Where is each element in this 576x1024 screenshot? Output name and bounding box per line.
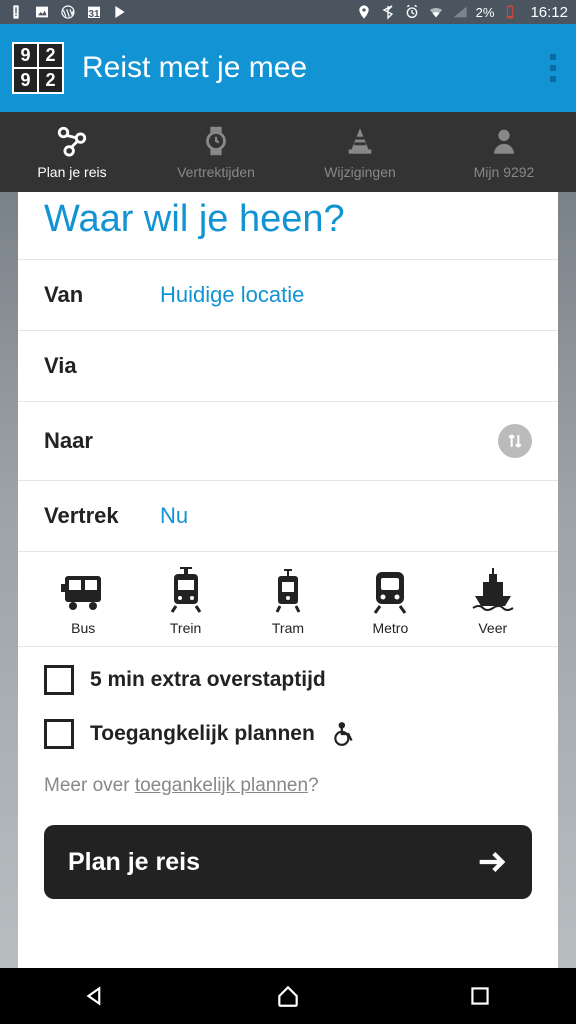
depart-label: Vertrek (44, 503, 160, 529)
tab-plan-je-reis[interactable]: Plan je reis (0, 112, 144, 192)
wordpress-icon (60, 4, 76, 20)
to-field[interactable]: Naar (18, 401, 558, 480)
swap-icon (505, 431, 525, 451)
transport-veer[interactable]: Veer (469, 566, 517, 636)
wheelchair-icon (331, 721, 357, 747)
home-icon[interactable] (275, 983, 301, 1009)
train-icon (162, 566, 210, 614)
accessible-option[interactable]: Toegangkelijk plannen (18, 713, 558, 767)
tab-bar: Plan je reis Vertrektijden Wijzigingen M… (0, 112, 576, 192)
play-store-icon (112, 4, 128, 20)
tab-wijzigingen[interactable]: Wijzigingen (288, 112, 432, 192)
calendar-icon: 31 (86, 4, 102, 20)
transport-metro[interactable]: Metro (366, 566, 414, 636)
tab-vertrektijden[interactable]: Vertrektijden (144, 112, 288, 192)
arrow-right-icon (474, 845, 508, 879)
wifi-icon (428, 4, 444, 20)
ferry-icon (469, 566, 517, 614)
android-status-bar: 31 2% 16:12 (0, 0, 576, 24)
more-menu-icon[interactable] (550, 54, 564, 82)
transport-modes: Bus Trein Tram Metro Veer (18, 551, 558, 646)
android-nav-bar (0, 968, 576, 1024)
app-bar: 9292 Reist met je mee (0, 24, 576, 112)
transport-bus[interactable]: Bus (59, 566, 107, 636)
app-title: Reist met je mee (82, 51, 307, 85)
back-icon[interactable] (83, 983, 109, 1009)
tram-icon (264, 566, 312, 614)
from-field[interactable]: Van Huidige locatie (18, 259, 558, 330)
page-heading: Waar wil je heen? (18, 192, 558, 259)
plan-button[interactable]: Plan je reis (44, 825, 532, 899)
signal-icon (452, 4, 468, 20)
metro-icon (366, 566, 414, 614)
bus-icon (59, 566, 107, 614)
plan-form: Waar wil je heen? Van Huidige locatie Vi… (18, 192, 558, 968)
warning-icon (8, 4, 24, 20)
accessible-more-info[interactable]: Meer over toegankelijk plannen? (18, 767, 558, 813)
clock: 16:12 (530, 4, 568, 21)
transport-trein[interactable]: Trein (162, 566, 210, 636)
to-label: Naar (44, 428, 160, 454)
via-label: Via (44, 353, 160, 379)
location-icon (356, 4, 372, 20)
image-icon (34, 4, 50, 20)
extra-transfer-option[interactable]: 5 min extra overstaptijd (18, 646, 558, 713)
accessible-checkbox[interactable] (44, 719, 74, 749)
via-field[interactable]: Via (18, 330, 558, 401)
transport-tram[interactable]: Tram (264, 566, 312, 636)
extra-transfer-checkbox[interactable] (44, 665, 74, 695)
alarm-icon (404, 4, 420, 20)
tab-mijn-9292[interactable]: Mijn 9292 (432, 112, 576, 192)
recent-icon[interactable] (467, 983, 493, 1009)
bluetooth-icon (380, 4, 396, 20)
watch-icon (199, 124, 233, 158)
route-icon (55, 124, 89, 158)
app-logo: 9292 (12, 42, 64, 94)
from-value: Huidige locatie (160, 282, 304, 308)
battery-icon (502, 4, 518, 20)
battery-pct: 2% (476, 5, 495, 20)
depart-value: Nu (160, 503, 188, 529)
person-icon (487, 124, 521, 158)
depart-field[interactable]: Vertrek Nu (18, 480, 558, 551)
swap-button[interactable] (498, 424, 532, 458)
from-label: Van (44, 282, 160, 308)
cone-icon (343, 124, 377, 158)
